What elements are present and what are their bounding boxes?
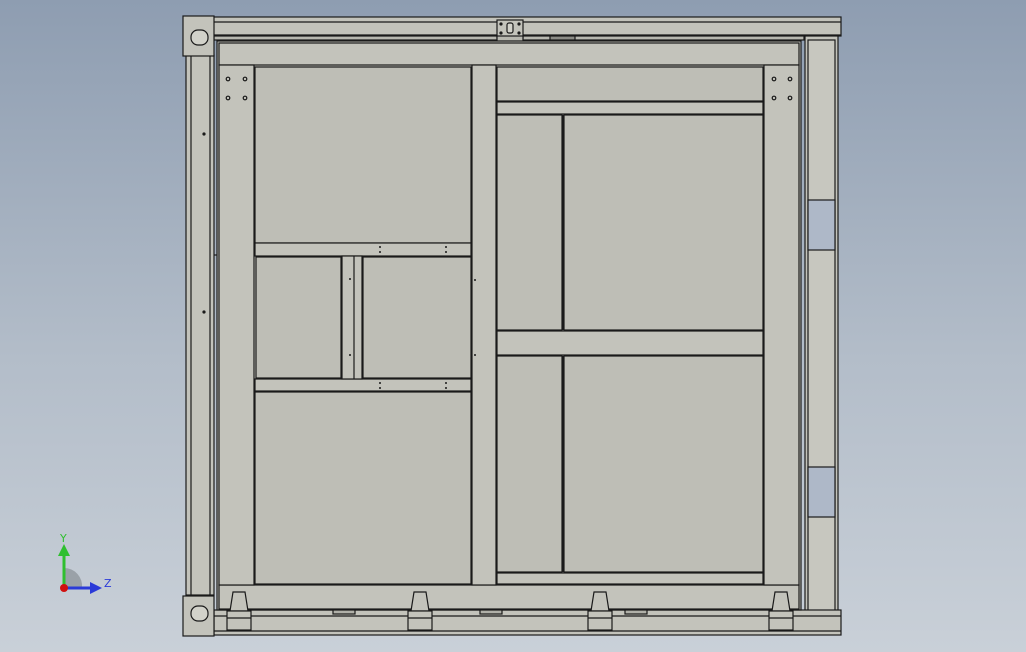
- left-bay: [254, 66, 472, 585]
- right-rail-slot-upper: [807, 199, 836, 251]
- left-rail-upper: [254, 242, 472, 257]
- right-lower-panel-wide: [563, 355, 764, 573]
- right-upper-panel-wide: [563, 114, 764, 331]
- cad-viewport[interactable]: [0, 0, 1026, 652]
- left-middle-panel-b: [362, 256, 472, 379]
- z-axis-label: Z: [104, 577, 112, 590]
- left-mid-stiffener: [341, 255, 363, 380]
- right-upper-panel-narrow: [496, 114, 563, 331]
- left-lower-panel: [254, 391, 472, 585]
- axis-triad: Y Z: [58, 532, 112, 594]
- right-rail-bottom: [496, 572, 764, 585]
- bottom-rail: [213, 608, 842, 636]
- y-axis-arrow: [58, 544, 70, 556]
- right-rail-slot-lower: [807, 466, 836, 518]
- left-rail-lower: [254, 378, 472, 392]
- left-upper-panel: [254, 66, 472, 244]
- right-rail-middle: [496, 330, 764, 356]
- right-top-strip: [496, 66, 764, 102]
- right-side-rail: [804, 34, 839, 616]
- right-bay: [496, 66, 764, 585]
- corner-casting-top-left: [182, 15, 215, 57]
- left-side-post: [185, 54, 218, 596]
- y-axis-label: Y: [59, 532, 67, 545]
- right-lower-panel-narrow: [496, 355, 563, 573]
- triad-plane-indicator: [64, 567, 83, 588]
- corner-casting-bottom-left: [182, 595, 215, 637]
- right-rail-top: [496, 101, 764, 115]
- z-axis-arrow: [90, 582, 102, 594]
- triad-origin: [60, 584, 68, 592]
- left-middle-panel-a: [255, 256, 342, 379]
